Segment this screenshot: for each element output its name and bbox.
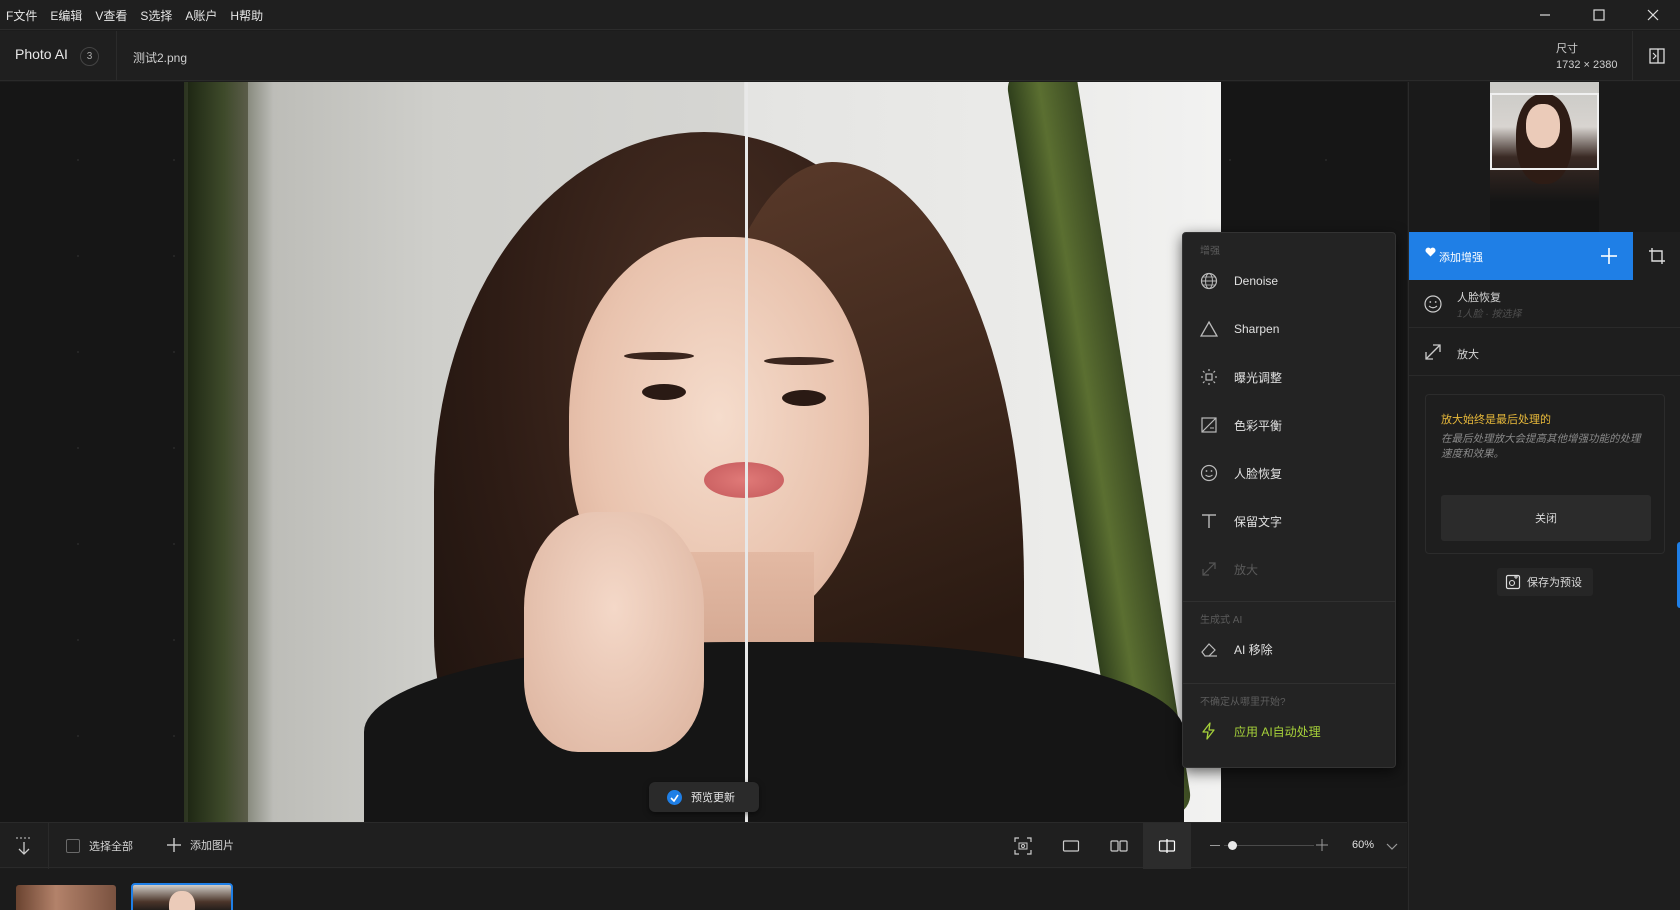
info-card-body: 在最后处理放大会提高其他增强功能的处理速度和效果。 <box>1441 433 1641 460</box>
plus-icon <box>1601 248 1617 264</box>
collapse-filmstrip-button[interactable] <box>13 835 35 857</box>
header-divider <box>1632 31 1633 81</box>
zoom-out-button[interactable] <box>1210 845 1220 846</box>
enhance-dropdown-menu: 增强 Denoise Sharpen 曝光调整 色彩平衡 人脸恢复 保留文字 放… <box>1182 232 1396 768</box>
split-view-button[interactable] <box>1143 823 1191 869</box>
filmstrip <box>0 869 1407 910</box>
menu-account[interactable]: A账户 <box>185 7 217 24</box>
chevron-down-icon[interactable] <box>1386 840 1398 852</box>
zoom-slider-handle[interactable] <box>1228 841 1237 850</box>
side-by-side-view-button[interactable] <box>1095 823 1143 869</box>
face-recovery-subtitle: 1人脸 · 按选择 <box>1457 309 1522 320</box>
checkbox[interactable] <box>66 839 80 853</box>
close-icon <box>1647 9 1659 21</box>
menu-divider <box>1183 601 1395 602</box>
split-view-icon <box>1158 839 1176 853</box>
photo-preview <box>184 82 1221 822</box>
navigator[interactable] <box>1409 82 1680 232</box>
maximize-icon <box>1593 9 1605 21</box>
header-divider <box>116 31 117 81</box>
menu-item-color-balance[interactable]: 色彩平衡 <box>1183 405 1395 445</box>
navigator-viewport-frame[interactable] <box>1490 93 1599 170</box>
menu-divider <box>1183 683 1395 684</box>
check-circle-icon <box>667 789 682 805</box>
face-recovery-title: 人脸恢复 <box>1457 292 1501 304</box>
single-view-icon <box>1062 840 1080 852</box>
sidebar-panel-icon <box>1649 48 1665 64</box>
expand-icon <box>1199 559 1219 579</box>
section-unsure-label: 不确定从哪里开始? <box>1200 697 1286 708</box>
menu-item-sharpen[interactable]: Sharpen <box>1183 309 1395 349</box>
zoom-in-icon[interactable] <box>1316 839 1328 851</box>
menu-file[interactable]: F文件 <box>6 7 37 24</box>
section-generative-label: 生成式 AI <box>1200 615 1243 626</box>
menu-view[interactable]: V查看 <box>95 7 127 24</box>
menu-edit[interactable]: E编辑 <box>50 7 82 24</box>
enhancement-face-recovery[interactable]: 人脸恢复 1人脸 · 按选择 <box>1409 280 1680 328</box>
app-title: Photo AI <box>15 46 68 62</box>
info-card-title: 放大始终是最后处理的 <box>1441 414 1551 426</box>
filmstrip-thumbnail-selected[interactable] <box>131 883 233 910</box>
right-panel: 添加增强 人脸恢复 1人脸 · 按选择 放大 放大始终是最后处理的 在最后处理放… <box>1408 82 1680 910</box>
maximize-button[interactable] <box>1572 0 1626 30</box>
app-header: Photo AI 3 测试2.png 尺寸 1732 × 2380 <box>0 31 1680 81</box>
triangle-icon <box>1199 319 1219 339</box>
exposure-icon <box>1199 367 1219 387</box>
single-view-button[interactable] <box>1047 823 1095 869</box>
preview-update-label: 预览更新 <box>691 792 735 804</box>
menu-item-exposure[interactable]: 曝光调整 <box>1183 357 1395 397</box>
compare-split-line[interactable] <box>745 82 748 822</box>
menu-help[interactable]: H帮助 <box>230 7 263 24</box>
eraser-icon <box>1199 639 1219 659</box>
upscale-title: 放大 <box>1457 349 1479 361</box>
text-icon <box>1199 511 1219 531</box>
heart-icon <box>1425 247 1436 257</box>
side-by-side-icon <box>1110 840 1128 852</box>
select-all-checkbox[interactable]: 选择全部 <box>66 838 133 854</box>
arrow-down-icon <box>16 837 32 855</box>
plus-icon <box>167 838 181 852</box>
menu-item-upscale: 放大 <box>1183 549 1395 589</box>
filmstrip-thumbnail[interactable] <box>16 885 116 910</box>
lightning-icon <box>1199 721 1219 741</box>
upscale-info-card: 放大始终是最后处理的 在最后处理放大会提高其他增强功能的处理速度和效果。 关闭 <box>1425 394 1665 554</box>
add-enhancement-button[interactable]: 添加增强 <box>1409 232 1633 280</box>
add-image-button[interactable]: 添加图片 <box>166 837 234 853</box>
menu-item-face-recovery[interactable]: 人脸恢复 <box>1183 453 1395 493</box>
minimize-button[interactable] <box>1518 0 1572 30</box>
image-count-badge: 3 <box>80 47 99 66</box>
smile-icon <box>1199 463 1219 483</box>
file-name: 测试2.png <box>133 51 188 65</box>
section-enhance-label: 增强 <box>1200 246 1220 257</box>
menu-item-denoise[interactable]: Denoise <box>1183 261 1395 301</box>
close-window-button[interactable] <box>1626 0 1680 30</box>
menu-select[interactable]: S选择 <box>140 7 172 24</box>
preview-update-badge: 预览更新 <box>649 782 759 812</box>
size-label: 尺寸 <box>1556 43 1578 55</box>
menu-bar: F文件 E编辑 V查看 S选择 A账户 H帮助 <box>0 0 1680 30</box>
crop-icon <box>1649 248 1665 264</box>
smile-icon <box>1424 295 1442 313</box>
minimize-icon <box>1540 14 1550 16</box>
info-card-close-button[interactable]: 关闭 <box>1441 495 1651 541</box>
size-value: 1732 × 2380 <box>1556 59 1618 71</box>
save-as-preset-button[interactable]: 保存为预设 <box>1497 568 1593 596</box>
menu-item-auto-apply[interactable]: 应用 AI自动处理 <box>1183 711 1395 751</box>
globe-icon <box>1199 271 1219 291</box>
preset-icon <box>1505 574 1521 590</box>
bottom-toolbar: 选择全部 添加图片 60% <box>0 822 1407 869</box>
zoom-slider[interactable] <box>1224 845 1314 846</box>
panel-toggle-button[interactable] <box>1640 40 1674 72</box>
focus-frame-icon <box>1014 837 1032 855</box>
zoom-level[interactable]: 60% <box>1352 839 1374 851</box>
enhancement-upscale[interactable]: 放大 <box>1409 328 1680 376</box>
crop-button[interactable] <box>1633 232 1680 280</box>
menu-item-preserve-text[interactable]: 保留文字 <box>1183 501 1395 541</box>
expand-icon <box>1425 344 1441 360</box>
screenshot-view-button[interactable] <box>999 823 1047 869</box>
menu-item-ai-remove[interactable]: AI 移除 <box>1183 629 1395 669</box>
color-balance-icon <box>1199 415 1219 435</box>
toolbar-divider <box>48 823 49 869</box>
